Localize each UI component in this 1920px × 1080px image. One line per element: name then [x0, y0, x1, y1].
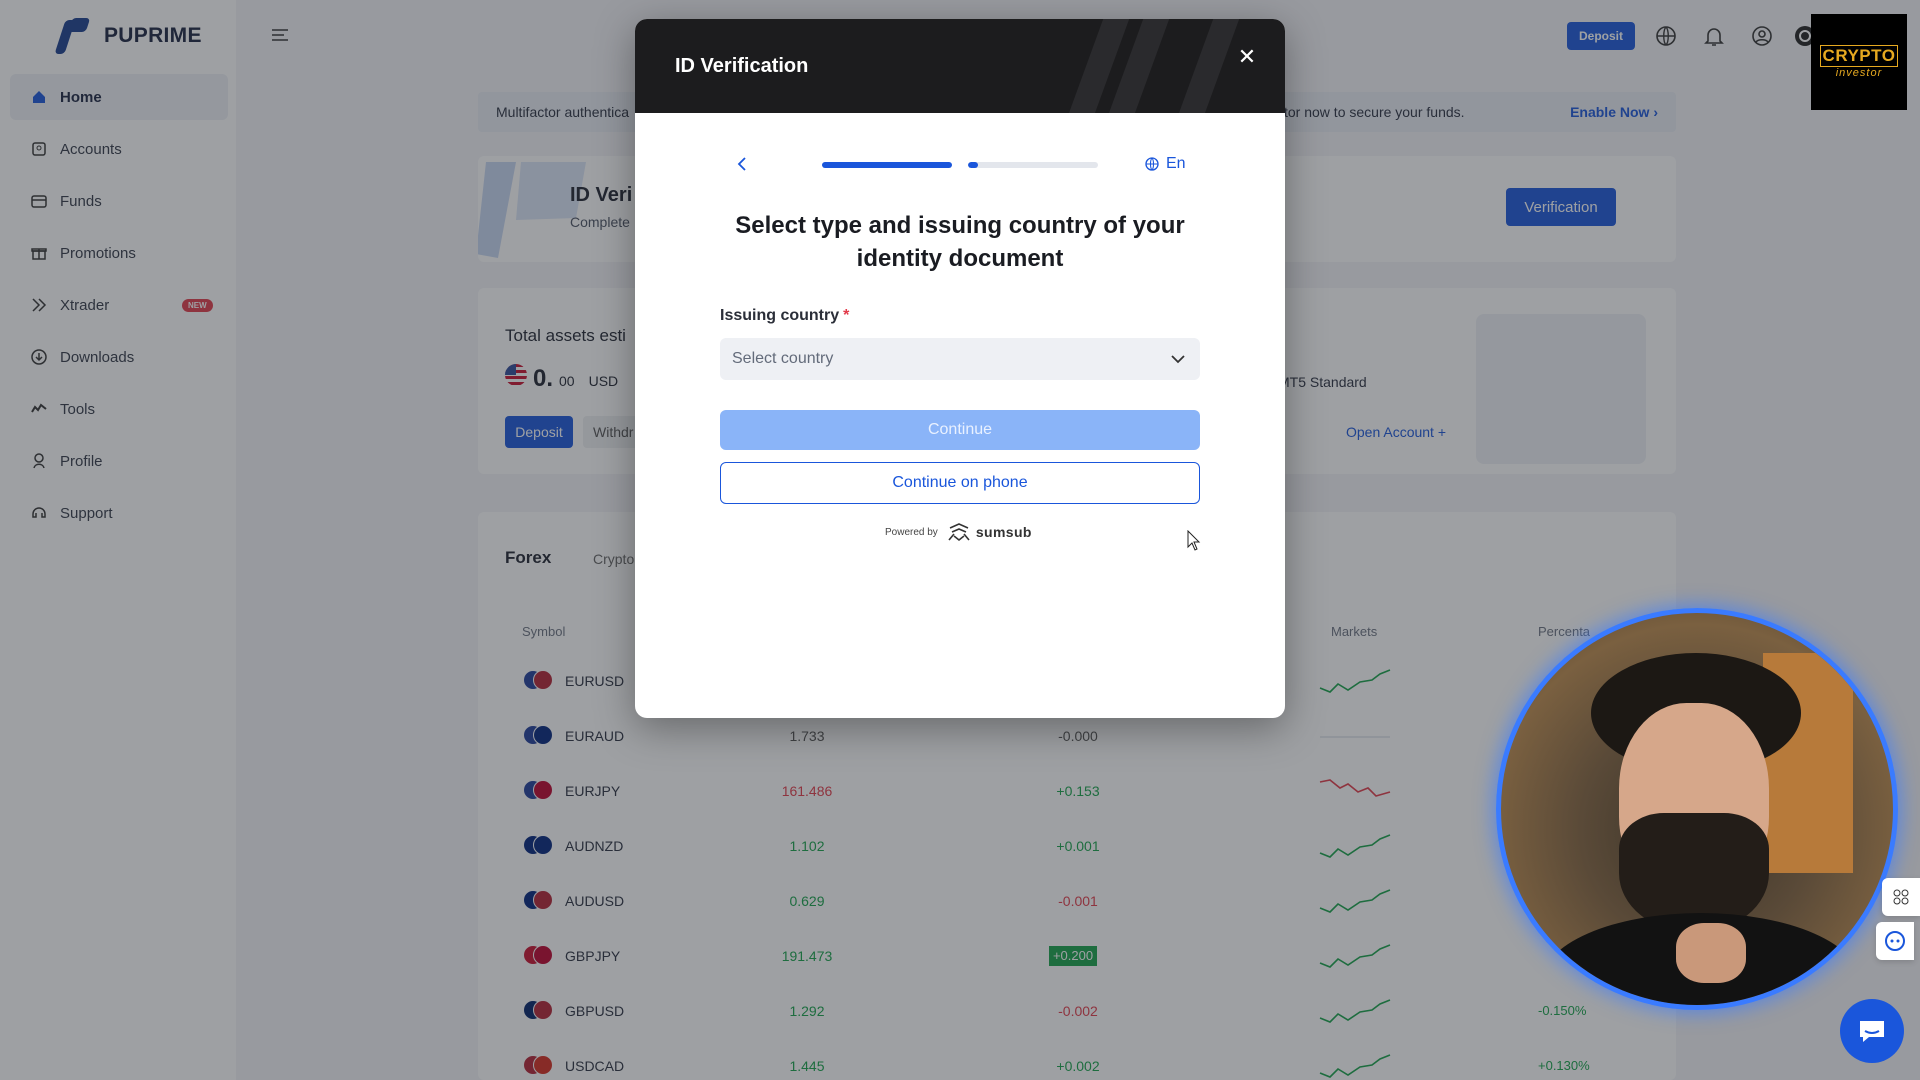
- sumsub-label: sumsub: [975, 524, 1032, 540]
- issuing-country-label-text: Issuing country: [720, 307, 840, 324]
- issuing-country-label: Issuing country *: [720, 307, 849, 325]
- powered-by-sumsub: Powered by sumsub: [885, 522, 1032, 542]
- crypto-investor-logo-top: CRYPTO: [1819, 45, 1899, 67]
- required-mark: *: [843, 307, 850, 324]
- modal-header: ID Verification ✕: [635, 19, 1285, 113]
- globe-icon: [1145, 157, 1159, 171]
- sumsub-logo-icon: [948, 523, 970, 542]
- modal-title: ID Verification: [675, 55, 809, 77]
- assistant-icon[interactable]: [1876, 922, 1914, 960]
- powered-by-label: Powered by: [885, 526, 938, 538]
- crypto-investor-logo-bottom: investor: [1835, 67, 1883, 79]
- language-label: En: [1166, 155, 1186, 172]
- id-verification-modal: ID Verification ✕ En Select type and iss…: [635, 19, 1285, 718]
- apps-grid-icon[interactable]: [1882, 878, 1920, 916]
- country-select-placeholder: Select country: [732, 350, 834, 367]
- webcam-overlay: [1496, 608, 1898, 1010]
- progress-step-2: [968, 162, 1098, 168]
- chevron-down-icon: [1171, 355, 1185, 364]
- country-select[interactable]: Select country: [720, 338, 1200, 380]
- continue-button[interactable]: Continue: [720, 410, 1200, 450]
- sumsub-logo: sumsub: [946, 522, 1032, 542]
- continue-on-phone-button[interactable]: Continue on phone: [720, 462, 1200, 504]
- close-icon[interactable]: ✕: [1236, 46, 1258, 68]
- crypto-investor-logo: CRYPTO investor: [1811, 14, 1907, 110]
- mouse-cursor-icon: [1187, 530, 1201, 551]
- chat-bubble-icon: [1860, 1021, 1884, 1042]
- chat-support-button[interactable]: [1840, 999, 1904, 1063]
- progress-step-1: [822, 162, 952, 168]
- modal-heading: Select type and issuing country of your …: [735, 212, 1185, 272]
- back-chevron-icon[interactable]: [734, 155, 752, 173]
- language-selector[interactable]: En: [1144, 155, 1186, 173]
